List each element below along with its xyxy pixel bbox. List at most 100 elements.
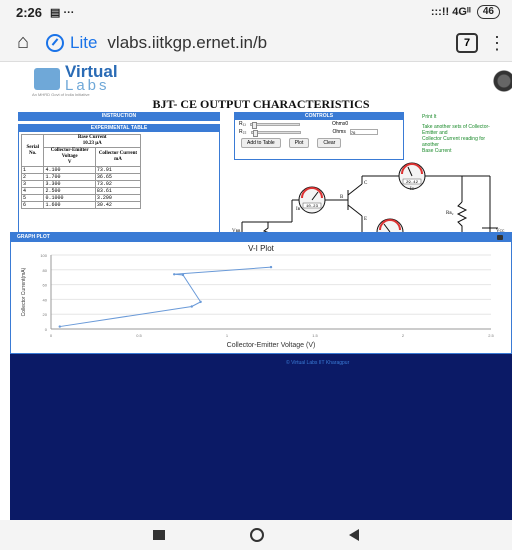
label-ib: Iʙ	[296, 207, 301, 212]
institute-emblem-icon	[492, 68, 512, 94]
readings-table: Serial No. Base Current 10.23 µA Collect…	[20, 134, 142, 209]
phone-screen: 2:26 ▤ ··· :::!! 4Gᴵᴵ 46 ⌂ Lite vlabs.ii…	[0, 0, 512, 550]
x-tick-label: 1.5	[312, 333, 318, 338]
add-to-table-button[interactable]: Add to Table	[241, 138, 281, 148]
logo-subtitle: An MHRD Govt of India Initiative	[32, 92, 90, 97]
data-point	[190, 305, 193, 308]
network-indicator: :::!! 4Gᴵᴵ	[430, 6, 471, 18]
page-title: BJT- CE OUTPUT CHARACTERISTICS	[10, 98, 512, 110]
x-tick-label: 2.5	[488, 333, 494, 338]
table-cell-vce: 4.100	[43, 166, 96, 174]
label-rb2: Rʙ₂	[446, 211, 454, 216]
table-row: 5 0.1000 3.290	[20, 194, 142, 202]
x-tick-label: 0	[50, 333, 53, 338]
home-nav-icon[interactable]	[249, 528, 264, 542]
rb2-label: R₂₂	[239, 129, 247, 135]
lite-icon	[46, 33, 64, 52]
table-cell-vce: 1.600	[43, 201, 96, 209]
lite-mode-button[interactable]: Lite	[46, 33, 97, 53]
side-instructions: Print It Take another sets of Collector-…	[422, 114, 512, 154]
rb2-row: R₂₂ Ohms 76	[235, 128, 403, 137]
instruction-panel[interactable]: INSTRUCTION	[18, 112, 220, 121]
logo-bottom-text: Labs	[65, 77, 110, 94]
ib-meter: 10.23	[298, 186, 326, 214]
vi-plot: 0 20 40 60 80 100 0 0.5 1 1.5 2 2.5 Collector-Emitte…	[21, 253, 495, 349]
camera-icon[interactable]	[497, 235, 503, 240]
x-tick-label: 1	[226, 333, 229, 338]
meter-ic-value: 29.42	[406, 181, 419, 185]
footer-link[interactable]: © Virtual Labs IIT Kharagpur	[286, 360, 349, 366]
plot-button[interactable]: Plot	[288, 138, 310, 148]
data-point	[58, 325, 61, 328]
print-link[interactable]: Print It	[422, 114, 512, 120]
y-tick-label: 80	[43, 268, 48, 273]
controls-panel: CONTROLS R₁₁ Ohms0 R₂₂ Ohms 76 Add to Ta…	[234, 112, 404, 160]
table-cell-ic: 73.91	[94, 166, 142, 174]
table-cell-ic: 36.65	[94, 173, 142, 181]
table-row: 2 1.700 36.65	[20, 173, 142, 181]
data-point	[173, 273, 176, 276]
col-serial: Serial No.	[20, 134, 45, 167]
rb1-slider[interactable]	[250, 121, 300, 129]
y-tick-label: 20	[43, 312, 48, 317]
table-cell-sn: 2	[20, 173, 45, 181]
table-row: 6 1.600 30.42	[20, 201, 142, 209]
rb2-slider[interactable]	[250, 129, 301, 137]
table-cell-vce: 1.700	[43, 173, 96, 181]
table-cell-ic: 30.42	[94, 201, 142, 209]
label-c: C	[364, 181, 368, 186]
controls-head: CONTROLS	[235, 113, 403, 120]
tab-switcher-button[interactable]: 7	[456, 32, 478, 53]
y-axis-label: Collector Current(mA)	[21, 267, 27, 316]
battery-indicator: 46	[476, 5, 500, 19]
y-tick-label: 60	[43, 283, 48, 288]
table-row: 4 2.500 83.61	[20, 187, 142, 195]
android-nav-bar	[0, 520, 512, 550]
col-base-current: Base Current 10.23 µA	[43, 134, 141, 148]
table-cell-sn: 3	[20, 180, 45, 188]
y-tick-label: 40	[43, 297, 48, 302]
table-cell-ic: 73.02	[94, 180, 142, 188]
x-tick-label: 0.5	[136, 333, 142, 338]
table-cell-vce: 0.1000	[43, 194, 96, 202]
address-bar: ⌂ Lite vlabs.iitkgp.ernet.in/b 7 ⋮	[0, 24, 512, 62]
table-row: 3 3.300 73.02	[20, 180, 142, 188]
status-bar: 2:26 ▤ ··· :::!! 4Gᴵᴵ 46	[0, 0, 512, 24]
table-cell-vce: 3.300	[43, 180, 96, 188]
clear-button[interactable]: Clear	[317, 138, 342, 148]
experimental-table-head: EXPERIMENTAL TABLE	[19, 125, 219, 132]
x-tick-label: 2	[402, 333, 405, 338]
more-menu-icon[interactable]: ⋮	[488, 34, 506, 52]
site-header: Virtual Labs An MHRD Govt of India Initi…	[10, 62, 512, 102]
data-point	[199, 300, 202, 304]
col-ic: Collector Current mA	[94, 147, 142, 167]
virtual-labs-logo[interactable]: Virtual Labs	[65, 63, 118, 94]
side-text-line: Base Current	[422, 148, 452, 154]
status-time: 2:26	[16, 4, 43, 20]
table-cell-sn: 5	[20, 194, 45, 202]
x-axis-label: Collector-Emitter Voltage (V)	[227, 342, 316, 349]
rb1-label: R₁₁	[239, 121, 246, 127]
data-point	[269, 265, 273, 269]
table-cell-sn: 6	[20, 201, 45, 209]
table-cell-sn: 4	[20, 187, 45, 195]
table-cell-ic: 3.290	[94, 194, 142, 202]
back-icon[interactable]	[349, 529, 360, 541]
url-field[interactable]: vlabs.iitkgp.ernet.in/b	[107, 33, 446, 53]
table-cell-sn: 1	[20, 166, 45, 174]
label-b: B	[340, 195, 344, 200]
web-page: Virtual Labs An MHRD Govt of India Initi…	[10, 62, 512, 520]
recents-icon[interactable]	[152, 530, 165, 540]
home-icon[interactable]: ⌂	[10, 31, 36, 54]
data-point	[181, 273, 185, 277]
lite-label: Lite	[70, 32, 98, 52]
base-current-unit: µA	[95, 141, 102, 146]
instruction-head: INSTRUCTION	[19, 113, 219, 120]
label-e: E	[364, 217, 367, 222]
ohms2-input[interactable]: 76	[349, 129, 378, 135]
virtual-labs-logo-icon	[34, 68, 60, 90]
graph-panel: GRAPH PLOT V-I Plot 0 20 40 60 80 100 0 0.5 1 1.5…	[10, 232, 512, 354]
notification-icons: ▤ ···	[50, 6, 75, 19]
ohms2-label: Ohms	[332, 129, 346, 135]
meter-ib-value: 10.23	[306, 205, 319, 209]
